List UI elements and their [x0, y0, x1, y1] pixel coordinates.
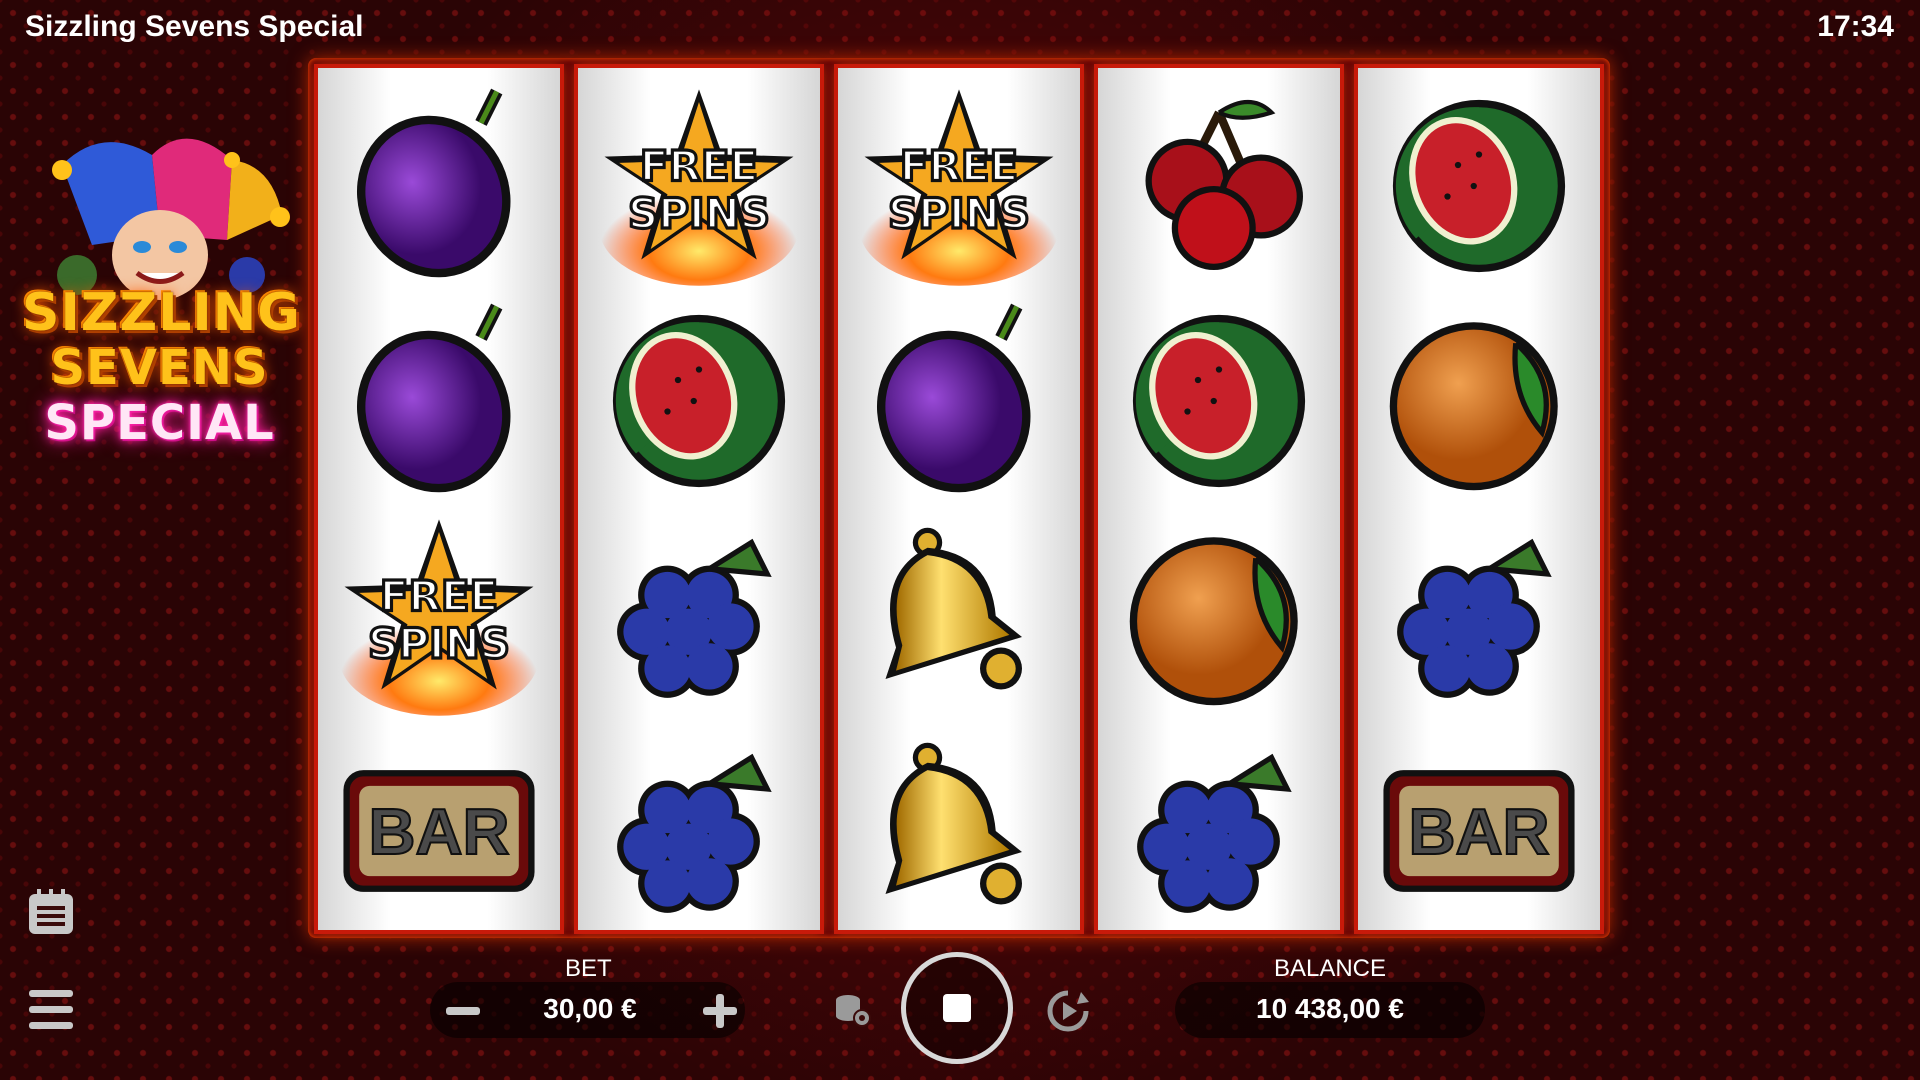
spins-text: SPINS	[888, 189, 1030, 238]
spin-stop-button[interactable]	[901, 952, 1013, 1064]
bell-symbol	[838, 508, 1080, 723]
plum-icon	[876, 303, 1031, 492]
plum-symbol	[318, 293, 560, 508]
free-spins-icon: FREE SPINS	[339, 518, 539, 716]
reel-1: FREE SPINS BAR	[318, 68, 560, 930]
coin-settings-icon[interactable]	[832, 990, 872, 1030]
autoplay-icon[interactable]	[1045, 988, 1091, 1034]
menu-icon[interactable]	[27, 988, 75, 1032]
orange-icon	[1129, 536, 1298, 705]
bar-text: BAR	[1408, 795, 1549, 868]
watermelon-symbol	[578, 293, 820, 508]
cherries-icon	[1145, 99, 1303, 270]
grapes-icon	[617, 538, 772, 698]
grapes-symbol	[578, 508, 820, 723]
grapes-symbol	[578, 723, 820, 938]
free-spins-icon: FREE SPINS	[599, 88, 799, 286]
bell-icon	[885, 527, 1022, 689]
plum-symbol	[838, 293, 1080, 508]
game-title: Sizzling Sevens Special	[25, 10, 364, 43]
watermelon-symbol	[1098, 293, 1340, 508]
clock: 17:34	[1817, 10, 1894, 43]
logo-line-3: SPECIAL	[44, 395, 275, 451]
plum-icon	[356, 303, 511, 492]
bar-symbol: BAR	[318, 723, 560, 938]
reel-2: FREE SPINS	[578, 68, 820, 930]
bar-symbol: BAR	[1358, 723, 1600, 938]
cherries-symbol	[1098, 78, 1340, 293]
watermelon-symbol	[1358, 78, 1600, 293]
free-spins-symbol: FREE SPINS	[838, 78, 1080, 293]
watermelon-icon	[612, 314, 786, 487]
bar-icon: BAR	[343, 769, 535, 892]
grapes-icon	[1397, 538, 1552, 698]
grapes-symbol	[1098, 723, 1340, 938]
grapes-icon	[1137, 753, 1292, 913]
reel-3: FREE SPINS	[838, 68, 1080, 930]
orange-icon	[1389, 321, 1558, 490]
reel-5: BAR	[1358, 68, 1600, 930]
grapes-icon	[617, 753, 772, 913]
increase-bet-button[interactable]	[695, 986, 745, 1036]
spins-text: SPINS	[368, 619, 510, 668]
decrease-bet-button[interactable]	[438, 986, 488, 1036]
free-spins-symbol: FREE SPINS	[578, 78, 820, 293]
bar-text: BAR	[368, 795, 509, 868]
grapes-symbol	[1358, 508, 1600, 723]
balance-value: 10 438,00 €	[1256, 993, 1404, 1024]
free-spins-icon: FREE SPINS	[859, 88, 1059, 286]
balance-label: BALANCE	[1273, 955, 1387, 982]
logo-line-2: SEVENS	[50, 340, 269, 396]
plum-symbol	[318, 78, 560, 293]
watermelon-icon	[1392, 99, 1566, 272]
watermelon-icon	[1132, 314, 1306, 487]
plum-icon	[356, 88, 511, 277]
bet-value: 30,00 €	[543, 993, 637, 1024]
reel-4	[1098, 68, 1340, 930]
jester-face-icon	[52, 138, 290, 300]
bell-symbol	[838, 723, 1080, 938]
bet-label: BET	[565, 955, 612, 982]
game-logo: SIZZLING SEVENS SPECIAL	[22, 125, 301, 455]
free-text: FREE	[640, 141, 758, 190]
free-text: FREE	[900, 141, 1018, 190]
stop-icon	[943, 994, 971, 1022]
spins-text: SPINS	[628, 189, 770, 238]
paytable-icon[interactable]	[27, 888, 75, 936]
bar-icon: BAR	[1383, 769, 1575, 892]
orange-symbol	[1358, 293, 1600, 508]
free-spins-symbol: FREE SPINS	[318, 508, 560, 723]
logo-line-1: SIZZLING	[22, 283, 301, 343]
orange-symbol	[1098, 508, 1340, 723]
bell-icon	[885, 742, 1022, 904]
free-text: FREE	[380, 571, 498, 620]
